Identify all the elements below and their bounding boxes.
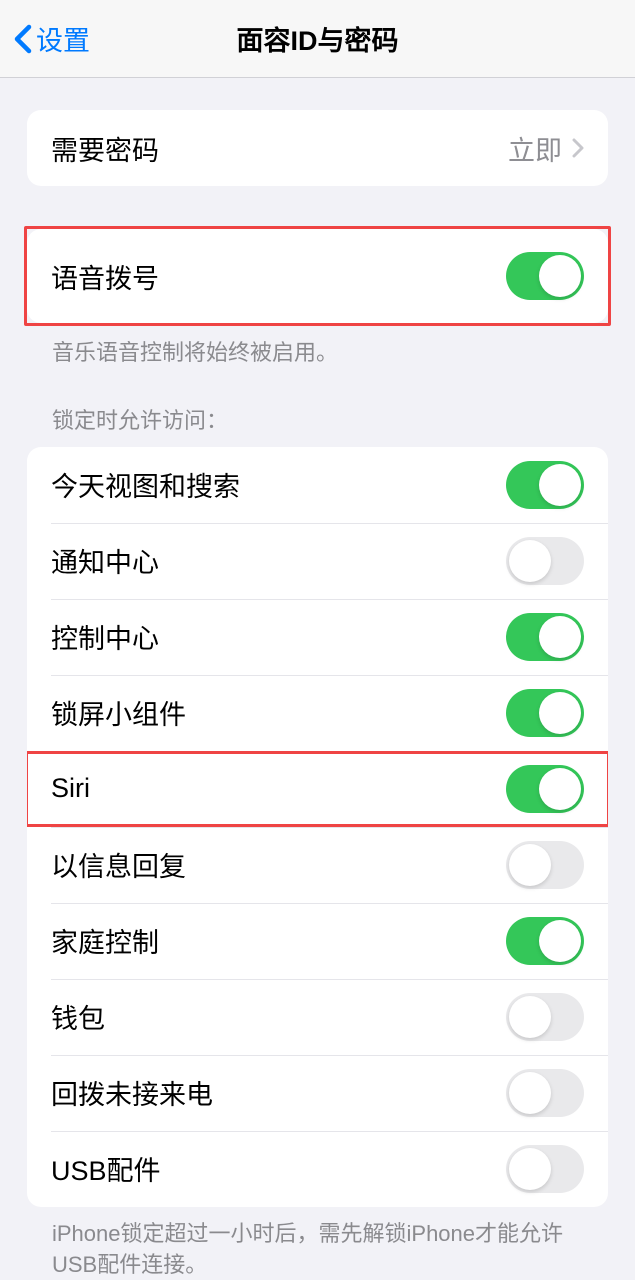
- wallet-label: 钱包: [51, 997, 105, 1036]
- voice-dial-highlight: 语音拨号: [24, 226, 611, 326]
- control-center-row: 控制中心: [27, 599, 608, 675]
- toggle-knob: [539, 255, 581, 297]
- chevron-right-icon: [572, 138, 584, 158]
- lock-access-group: 今天视图和搜索 通知中心 控制中心 锁屏小组件 Siri: [27, 447, 608, 1207]
- voice-dial-row: 语音拨号: [27, 229, 608, 323]
- siri-row: Siri: [27, 751, 608, 827]
- require-passcode-row[interactable]: 需要密码 立即: [27, 110, 608, 186]
- siri-toggle[interactable]: [506, 765, 584, 813]
- today-view-toggle[interactable]: [506, 461, 584, 509]
- content: 需要密码 立即 语音拨号 音乐语音控制将始终被启用。 锁定时允许访问： 今天视图…: [0, 78, 635, 1280]
- home-control-toggle[interactable]: [506, 917, 584, 965]
- require-passcode-group: 需要密码 立即: [27, 110, 608, 186]
- toggle-knob: [539, 616, 581, 658]
- home-control-label: 家庭控制: [51, 921, 159, 960]
- toggle-knob: [509, 1072, 551, 1114]
- require-passcode-label: 需要密码: [51, 129, 159, 168]
- toggle-knob: [509, 540, 551, 582]
- toggle-knob: [509, 996, 551, 1038]
- return-missed-calls-row: 回拨未接来电: [27, 1055, 608, 1131]
- notification-center-row: 通知中心: [27, 523, 608, 599]
- return-missed-calls-label: 回拨未接来电: [51, 1073, 213, 1112]
- reply-message-row: 以信息回复: [27, 827, 608, 903]
- usb-footer: iPhone锁定超过一小时后，需先解锁iPhone才能允许USB配件连接。: [0, 1207, 635, 1280]
- return-missed-calls-toggle[interactable]: [506, 1069, 584, 1117]
- voice-dial-group: 语音拨号: [27, 229, 608, 323]
- chevron-left-icon: [14, 24, 32, 54]
- page-title: 面容ID与密码: [237, 19, 399, 58]
- usb-accessories-row: USB配件: [27, 1131, 608, 1207]
- toggle-knob: [539, 692, 581, 734]
- toggle-knob: [509, 1148, 551, 1190]
- reply-message-toggle[interactable]: [506, 841, 584, 889]
- notification-center-label: 通知中心: [51, 541, 159, 580]
- control-center-toggle[interactable]: [506, 613, 584, 661]
- back-label: 设置: [36, 19, 90, 58]
- row-detail: 立即: [508, 129, 584, 168]
- lock-screen-widgets-row: 锁屏小组件: [27, 675, 608, 751]
- toggle-knob: [539, 464, 581, 506]
- usb-accessories-label: USB配件: [51, 1149, 161, 1188]
- require-passcode-value: 立即: [508, 129, 562, 168]
- lock-screen-widgets-label: 锁屏小组件: [51, 693, 186, 732]
- toggle-knob: [509, 844, 551, 886]
- lock-access-header: 锁定时允许访问：: [0, 403, 635, 447]
- usb-accessories-toggle[interactable]: [506, 1145, 584, 1193]
- back-button[interactable]: 设置: [0, 19, 90, 58]
- wallet-row: 钱包: [27, 979, 608, 1055]
- nav-header: 设置 面容ID与密码: [0, 0, 635, 78]
- voice-dial-footer: 音乐语音控制将始终被启用。: [0, 326, 635, 369]
- toggle-knob: [539, 920, 581, 962]
- today-view-label: 今天视图和搜索: [51, 465, 240, 504]
- lock-screen-widgets-toggle[interactable]: [506, 689, 584, 737]
- toggle-knob: [539, 768, 581, 810]
- wallet-toggle[interactable]: [506, 993, 584, 1041]
- voice-dial-label: 语音拨号: [51, 257, 159, 296]
- reply-message-label: 以信息回复: [51, 845, 186, 884]
- today-view-row: 今天视图和搜索: [27, 447, 608, 523]
- voice-dial-toggle[interactable]: [506, 252, 584, 300]
- home-control-row: 家庭控制: [27, 903, 608, 979]
- siri-label: Siri: [51, 773, 90, 804]
- control-center-label: 控制中心: [51, 617, 159, 656]
- notification-center-toggle[interactable]: [506, 537, 584, 585]
